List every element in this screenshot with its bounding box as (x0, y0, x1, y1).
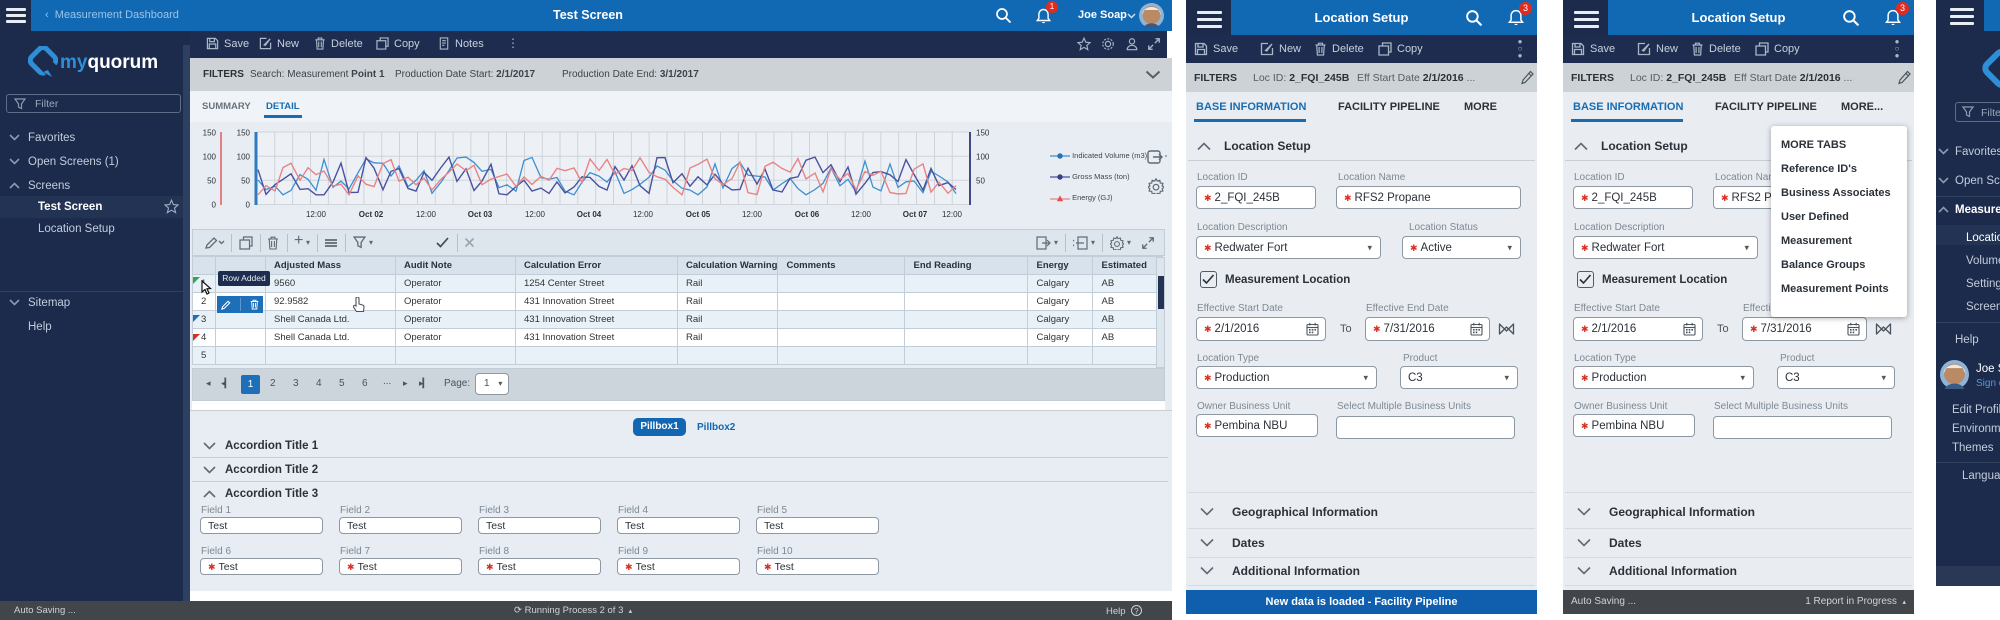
svg-text:50: 50 (207, 177, 216, 186)
svg-text:0: 0 (212, 201, 217, 210)
svg-text:12:00: 12:00 (742, 210, 763, 219)
svg-text:150: 150 (203, 129, 217, 138)
svg-text:50: 50 (241, 177, 250, 186)
svg-text:100: 100 (976, 153, 990, 162)
svg-text:12:00: 12:00 (851, 210, 872, 219)
svg-text:100: 100 (237, 153, 251, 162)
svg-text:Oct 06: Oct 06 (795, 210, 820, 219)
svg-text:0: 0 (246, 201, 251, 210)
svg-text:100: 100 (203, 153, 217, 162)
svg-text:Oct 04: Oct 04 (577, 210, 602, 219)
svg-text:Oct 03: Oct 03 (468, 210, 493, 219)
svg-text:150: 150 (237, 129, 251, 138)
svg-text:12:00: 12:00 (633, 210, 654, 219)
svg-text:Oct 02: Oct 02 (359, 210, 384, 219)
svg-text:Oct 05: Oct 05 (686, 210, 711, 219)
svg-text:Oct 07: Oct 07 (903, 210, 928, 219)
svg-text:12:00: 12:00 (942, 210, 963, 219)
svg-text:12:00: 12:00 (306, 210, 327, 219)
svg-text:50: 50 (976, 177, 985, 186)
svg-text:12:00: 12:00 (416, 210, 437, 219)
svg-text:12:00: 12:00 (525, 210, 546, 219)
svg-text:150: 150 (976, 129, 990, 138)
